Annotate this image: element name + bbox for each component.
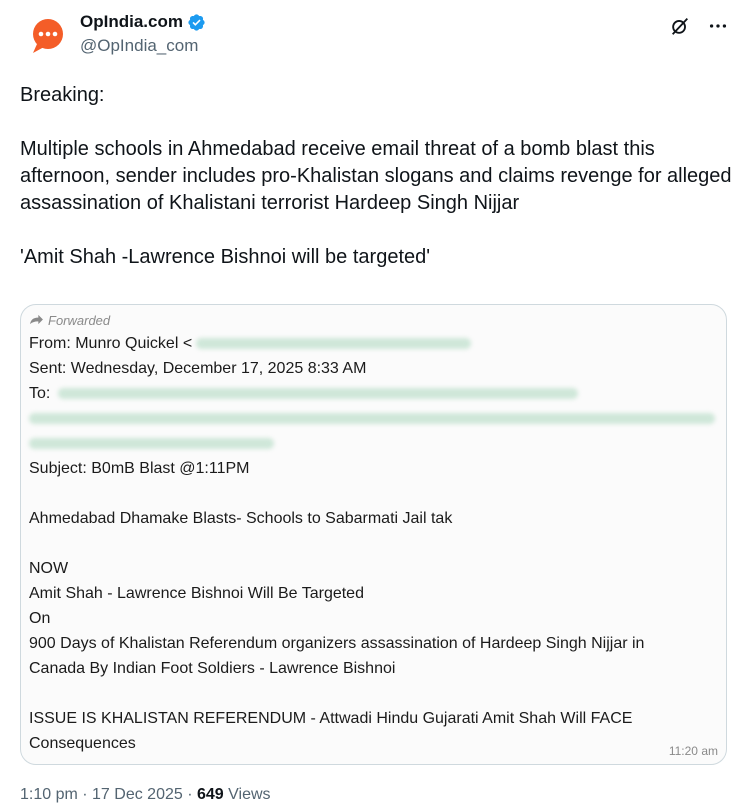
tweet-date[interactable]: 17 Dec 2025 <box>92 786 183 803</box>
email-body-line: Consequences <box>29 735 136 752</box>
email-sent: Sent: Wednesday, December 17, 2025 8:33 … <box>29 360 367 377</box>
redacted-recipients <box>29 413 715 425</box>
grok-icon[interactable] <box>668 14 692 38</box>
tweet-line-quote: 'Amit Shah -Lawrence Bishnoi will be tar… <box>20 246 431 268</box>
forwarded-text: Forwarded <box>48 312 111 328</box>
email-to-continued <box>29 406 719 431</box>
email-body-line: Canada By Indian Foot Soldiers - Lawrenc… <box>29 660 396 677</box>
email-body-line: ISSUE IS KHALISTAN REFERENDUM - Attwadi … <box>29 710 633 727</box>
email-time: 11:20 am <box>668 744 718 758</box>
tweet-card: OpIndia.com @OpIndia_com Breaking: Multi… <box>0 0 750 812</box>
email-body-line: On <box>29 610 51 627</box>
tweet-meta: 1:10 pm · 17 Dec 2025 · 649 Views <box>20 786 271 803</box>
email-body-line: Ahmedabad Dhamake Blasts- Schools to Sab… <box>29 510 453 527</box>
tweet-time[interactable]: 1:10 pm <box>20 786 78 803</box>
email-body-line: NOW <box>29 560 69 577</box>
tweet-text: Breaking: Multiple schools in Ahmedabad … <box>20 82 732 271</box>
more-icon[interactable] <box>706 14 730 38</box>
tweet-media-image[interactable]: Forwarded From: Munro Quickel < Sent: We… <box>20 304 727 765</box>
opindia-logo <box>33 19 63 53</box>
views-label: Views <box>223 786 271 803</box>
views-count: 649 <box>196 786 224 803</box>
tweet-header: OpIndia.com @OpIndia_com <box>20 10 730 64</box>
redacted-email <box>196 338 472 350</box>
email-from: From: Munro Quickel < <box>29 331 719 356</box>
redacted-recipients <box>29 438 274 450</box>
email-screenshot: Forwarded From: Munro Quickel < Sent: We… <box>29 309 719 756</box>
email-body-line: 900 Days of Khalistan Referendum organiz… <box>29 635 645 652</box>
tweet-line-breaking: Breaking: <box>20 84 105 106</box>
email-to-continued <box>29 431 719 456</box>
verified-icon <box>187 13 206 32</box>
tweet-line-body: Multiple schools in Ahmedabad receive em… <box>20 138 732 214</box>
forwarded-label: Forwarded <box>29 309 719 331</box>
forward-icon <box>29 313 44 328</box>
email-subject: Subject: B0mB Blast @1:11PM <box>29 460 250 477</box>
display-name[interactable]: OpIndia.com <box>80 12 183 32</box>
header-actions <box>668 14 730 38</box>
avatar[interactable] <box>24 12 72 60</box>
redacted-recipients <box>58 388 579 400</box>
email-to: To: <box>29 381 719 406</box>
account-names: OpIndia.com @OpIndia_com <box>80 12 206 56</box>
email-body-line: Amit Shah - Lawrence Bishnoi Will Be Tar… <box>29 585 364 602</box>
handle[interactable]: @OpIndia_com <box>80 36 206 56</box>
